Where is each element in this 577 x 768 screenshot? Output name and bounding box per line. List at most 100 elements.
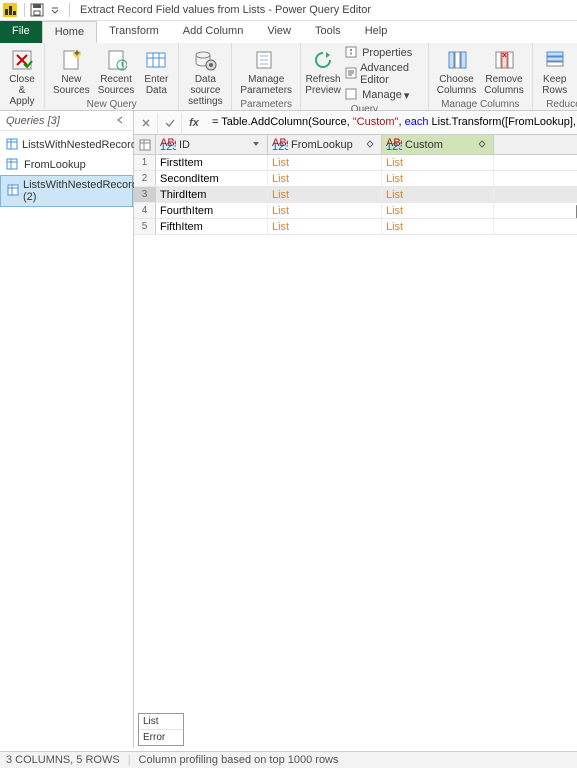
table-row[interactable]: 5FifthItemListList xyxy=(134,219,577,235)
data-source-icon xyxy=(191,47,219,73)
manage-parameters-button[interactable]: Manage Parameters xyxy=(236,45,296,98)
close-apply-button[interactable]: Close & Apply xyxy=(4,45,40,109)
remove-rows-button[interactable]: Remove Rows xyxy=(573,45,577,98)
cell-fromlookup[interactable]: List xyxy=(268,187,382,202)
expand-icon[interactable] xyxy=(365,139,377,151)
queries-title: Queries [3] xyxy=(6,115,60,127)
cell-id[interactable]: FourthItem xyxy=(156,203,268,218)
table-icon xyxy=(6,158,20,172)
confirm-formula-button[interactable] xyxy=(158,113,182,133)
data-grid: ABC123 ID ABC123 FromLookup ABC123 Custo… xyxy=(134,135,577,748)
queries-pane: Queries [3] ListsWithNestedRecords FromL… xyxy=(0,111,134,748)
cell-fromlookup[interactable]: List xyxy=(268,203,382,218)
grid-corner[interactable] xyxy=(134,135,156,154)
manage-columns-group-label: Manage Columns xyxy=(441,98,519,111)
tab-home[interactable]: Home xyxy=(42,21,97,43)
status-bar: 3 COLUMNS, 5 ROWS | Column profiling bas… xyxy=(0,751,577,768)
cell-id[interactable]: FirstItem xyxy=(156,155,268,170)
parameters-group-label: Parameters xyxy=(240,98,292,111)
new-sources-button[interactable]: ✦ New Sources xyxy=(49,45,94,98)
app-icon xyxy=(2,2,18,18)
preview-error[interactable]: Error xyxy=(139,730,183,745)
col-name: ID xyxy=(179,139,251,151)
cell-id[interactable]: FifthItem xyxy=(156,219,268,234)
advanced-editor-button[interactable]: Advanced Editor xyxy=(345,61,420,87)
table-row[interactable]: 2SecondItemListList xyxy=(134,171,577,187)
cell-custom[interactable]: List xyxy=(382,155,494,170)
column-header-custom[interactable]: ABC123 Custom xyxy=(382,135,494,154)
formula-input[interactable]: = Table.AddColumn(Source, "Custom", each… xyxy=(206,116,577,129)
preview-list[interactable]: List xyxy=(139,714,183,730)
cell-fromlookup[interactable]: List xyxy=(268,171,382,186)
tab-file[interactable]: File xyxy=(0,21,42,43)
svg-text:123: 123 xyxy=(272,141,288,150)
cell-id[interactable]: SecondItem xyxy=(156,171,268,186)
window-title: Extract Record Field values from Lists -… xyxy=(76,4,371,16)
expand-icon[interactable] xyxy=(477,139,489,151)
tab-view[interactable]: View xyxy=(255,21,303,43)
cell-custom[interactable]: List xyxy=(382,187,494,202)
column-header-fromlookup[interactable]: ABC123 FromLookup xyxy=(268,135,382,154)
cancel-formula-button[interactable] xyxy=(134,113,158,133)
refresh-preview-button[interactable]: Refresh Preview xyxy=(305,45,341,98)
enter-data-label: Enter Data xyxy=(144,74,168,96)
row-number[interactable]: 3 xyxy=(134,187,156,202)
row-number[interactable]: 2 xyxy=(134,171,156,186)
properties-icon xyxy=(345,46,359,60)
tab-tools[interactable]: Tools xyxy=(303,21,353,43)
fx-icon[interactable]: fx xyxy=(182,117,206,129)
menu-tabs: File Home Transform Add Column View Tool… xyxy=(0,21,577,43)
parameters-icon xyxy=(252,47,280,73)
reduce-rows-group-label: Reduce Rows xyxy=(546,98,577,111)
col-name: Custom xyxy=(405,139,477,151)
close-apply-icon xyxy=(8,47,36,73)
remove-columns-icon xyxy=(490,47,518,73)
manage-button[interactable]: Manage ▾ xyxy=(345,87,420,103)
cell-custom[interactable]: List xyxy=(382,203,494,218)
grid-body: 1FirstItemListList2SecondItemListList3Th… xyxy=(134,155,577,235)
table-icon xyxy=(6,138,18,152)
query-item[interactable]: FromLookup xyxy=(0,155,133,175)
properties-label: Properties xyxy=(362,47,412,59)
tab-transform[interactable]: Transform xyxy=(97,21,171,43)
tab-add-column[interactable]: Add Column xyxy=(171,21,256,43)
cell-custom[interactable]: List xyxy=(382,171,494,186)
choose-columns-button[interactable]: Choose Columns xyxy=(433,45,480,98)
cell-id[interactable]: ThirdItem xyxy=(156,187,268,202)
svg-text:123: 123 xyxy=(160,141,176,150)
choose-columns-icon xyxy=(443,47,471,73)
row-number[interactable]: 5 xyxy=(134,219,156,234)
cell-custom[interactable]: List xyxy=(382,219,494,234)
new-sources-label: New Sources xyxy=(53,74,90,96)
row-number[interactable]: 4 xyxy=(134,203,156,218)
properties-button[interactable]: Properties xyxy=(345,45,420,61)
recent-sources-button[interactable]: Recent Sources xyxy=(94,45,139,98)
save-icon[interactable] xyxy=(29,2,45,18)
collapse-icon[interactable] xyxy=(115,115,127,127)
table-row[interactable]: 1FirstItemListList xyxy=(134,155,577,171)
remove-columns-button[interactable]: Remove Columns xyxy=(480,45,527,98)
cell-fromlookup[interactable]: List xyxy=(268,219,382,234)
query-item[interactable]: ListsWithNestedRecords xyxy=(0,135,133,155)
table-row[interactable]: 3ThirdItemListList xyxy=(134,187,577,203)
ribbon-group-data-sources: Data source settings Data Sources xyxy=(179,43,232,110)
row-number[interactable]: 1 xyxy=(134,155,156,170)
qat-dropdown-icon[interactable] xyxy=(47,2,63,18)
enter-data-button[interactable]: Enter Data xyxy=(138,45,174,98)
data-source-label: Data source settings xyxy=(187,74,223,107)
column-header-id[interactable]: ABC123 ID xyxy=(156,135,268,154)
ribbon: Close & Apply Close ✦ New Sources Recent… xyxy=(0,43,577,111)
ribbon-group-parameters: Manage Parameters Parameters xyxy=(232,43,301,110)
recent-sources-label: Recent Sources xyxy=(98,74,135,96)
keep-rows-button[interactable]: Keep Rows xyxy=(537,45,573,98)
data-source-settings-button[interactable]: Data source settings xyxy=(183,45,227,109)
cell-fromlookup[interactable]: List xyxy=(268,155,382,170)
remove-cols-label: Remove Columns xyxy=(484,74,523,96)
tab-help[interactable]: Help xyxy=(353,21,400,43)
table-row[interactable]: 4FourthItemListList xyxy=(134,203,577,219)
recent-sources-icon xyxy=(102,47,130,73)
filter-dropdown-icon[interactable] xyxy=(251,139,263,151)
query-item-selected[interactable]: ListsWithNestedRecords (2) xyxy=(0,175,133,207)
content-area: Queries [3] ListsWithNestedRecords FromL… xyxy=(0,111,577,748)
status-dimensions: 3 COLUMNS, 5 ROWS xyxy=(6,754,120,766)
